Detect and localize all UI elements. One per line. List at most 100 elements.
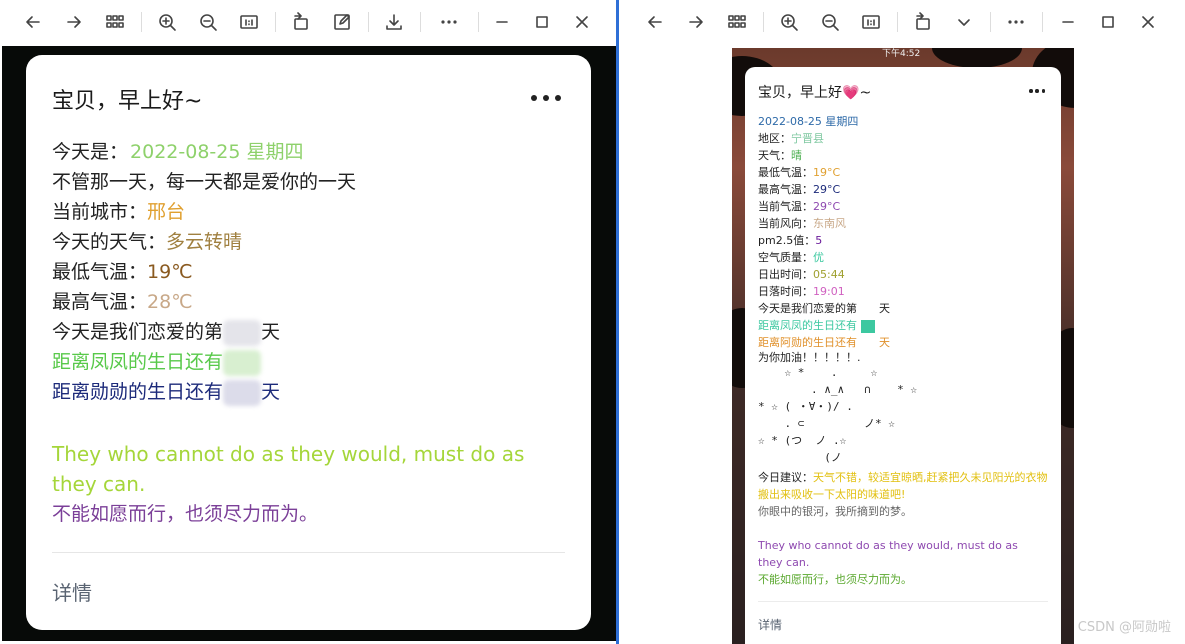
forward-arrow-icon[interactable] xyxy=(678,4,714,40)
greeting-text: 宝贝，早上好 xyxy=(758,85,842,101)
chevron-down-icon[interactable] xyxy=(946,4,982,40)
region-label: 地区： xyxy=(758,132,791,145)
grid-view-icon[interactable] xyxy=(97,4,133,40)
left-message-card: 宝贝，早上好~ 今天是： 2022-08-25 星期四 不管那一天，每一天都是爱你… xyxy=(26,55,591,630)
toolbar-divider xyxy=(275,12,276,32)
grid-view-icon[interactable] xyxy=(719,4,755,40)
toolbar-divider xyxy=(763,12,764,32)
low-temp-value: 19℃ xyxy=(147,261,193,283)
current-temp-label: 当前气温： xyxy=(758,200,813,213)
galaxy-line: 你眼中的银河，我所摘到的梦。 xyxy=(758,505,912,518)
dot-icon xyxy=(543,95,549,101)
minimize-icon[interactable] xyxy=(1050,4,1086,40)
love-days-line: 今天是我们恋爱的第 天 xyxy=(758,300,890,317)
pm25-label: pm2.5值： xyxy=(758,234,816,247)
birthday-2-suffix: 天 xyxy=(879,336,890,349)
zoom-out-icon[interactable] xyxy=(190,4,226,40)
date-value: 2022-08-25 星期四 xyxy=(130,141,304,163)
blurred-number xyxy=(223,349,262,376)
back-arrow-icon[interactable] xyxy=(15,4,51,40)
weather-line: 今天的天气：多云转晴 xyxy=(52,227,242,257)
birthday-1-line: 距离凤凤的生日还有 xyxy=(52,347,262,377)
love-days-line: 今天是我们恋爱的第 天 xyxy=(52,317,280,347)
city-value: 邢台 xyxy=(147,201,186,223)
right-message-card: 宝贝，早上好💗~ 2022-08-25 星期四 地区：宁晋县 天气：晴 最低气温… xyxy=(745,67,1061,644)
phone-status-time: 下午4:52 xyxy=(882,49,921,59)
rotate-icon[interactable] xyxy=(283,4,319,40)
close-icon[interactable] xyxy=(1130,4,1166,40)
greeting-title: 宝贝，早上好💗~ xyxy=(758,82,871,102)
high-temp-line: 最高气温：29°C xyxy=(758,181,840,198)
birthday-2-text: 距离阿勋的生日还有 xyxy=(758,336,857,349)
high-temp-label: 最高气温： xyxy=(758,183,813,196)
maximize-icon[interactable] xyxy=(524,4,560,40)
more-options-button[interactable] xyxy=(1029,89,1045,93)
quote-english: They who cannot do as they would, must d… xyxy=(758,539,1018,569)
wind-line: 当前风向：东南风 xyxy=(758,215,846,232)
csdn-watermark: CSDN @阿勋啦 xyxy=(1077,620,1171,635)
greeting-title: 宝贝，早上好~ xyxy=(52,89,203,114)
more-horizontal-icon[interactable] xyxy=(998,4,1034,40)
birthday-2-line: 距离勋勋的生日还有 天 xyxy=(52,377,280,407)
toolbar-divider xyxy=(420,12,421,32)
toolbar-divider xyxy=(897,12,898,32)
date-label: 今天是： xyxy=(52,141,129,163)
region-value: 宁晋县 xyxy=(791,132,824,145)
actual-size-icon[interactable] xyxy=(231,4,267,40)
rotate-icon[interactable] xyxy=(905,4,941,40)
love-days-suffix: 天 xyxy=(879,302,890,315)
weather-label: 今天的天气： xyxy=(52,231,167,253)
weather-label: 天气： xyxy=(758,149,791,162)
blurred-number xyxy=(223,319,262,346)
maximize-icon[interactable] xyxy=(1090,4,1126,40)
current-temp-value: 29°C xyxy=(813,200,841,213)
love-days-prefix: 今天是我们恋爱的第 xyxy=(52,321,224,343)
greeting-tail: ~ xyxy=(859,85,872,101)
more-horizontal-icon[interactable] xyxy=(431,4,467,40)
forward-arrow-icon[interactable] xyxy=(56,4,92,40)
region-line: 地区：宁晋县 xyxy=(758,130,824,147)
window-edge xyxy=(616,0,619,644)
birthday-1-text: 距离凤凤的生日还有 xyxy=(52,351,224,373)
divider xyxy=(52,552,565,553)
edit-icon[interactable] xyxy=(324,4,360,40)
low-temp-value: 19°C xyxy=(813,166,841,179)
blurred-number xyxy=(223,379,262,406)
weather-line: 天气：晴 xyxy=(758,147,802,164)
more-options-button[interactable] xyxy=(531,95,561,103)
low-temp-line: 最低气温：19℃ xyxy=(52,257,193,287)
low-temp-label: 最低气温： xyxy=(52,261,148,283)
right-toolbar xyxy=(622,0,1185,44)
current-temp-line: 当前气温：29°C xyxy=(758,198,840,215)
back-arrow-icon[interactable] xyxy=(637,4,673,40)
high-temp-value: 28℃ xyxy=(147,291,193,313)
detail-link[interactable]: 详情 xyxy=(52,577,92,606)
zoom-out-icon[interactable] xyxy=(812,4,848,40)
quote-english: They who cannot do as they would, must d… xyxy=(52,442,525,496)
hidden-number-block xyxy=(860,319,875,333)
sunset-value: 19:01 xyxy=(813,285,845,298)
sunrise-value: 05:44 xyxy=(813,268,845,281)
close-icon[interactable] xyxy=(564,4,600,40)
sunset-label: 日落时间： xyxy=(758,285,813,298)
air-quality-line: 空气质量：优 xyxy=(758,249,824,266)
air-quality-value: 优 xyxy=(813,251,824,264)
zoom-in-icon[interactable] xyxy=(149,4,185,40)
love-line: 不管那一天，每一天都是爱你的一天 xyxy=(52,171,357,193)
high-temp-line: 最高气温：28℃ xyxy=(52,287,193,317)
left-image-viewer-window: 宝贝，早上好~ 今天是： 2022-08-25 星期四 不管那一天，每一天都是爱你… xyxy=(0,0,620,644)
heart-icon: 💗 xyxy=(842,85,860,101)
toolbar-divider xyxy=(990,12,991,32)
toolbar-divider xyxy=(478,12,479,32)
download-icon[interactable] xyxy=(376,4,412,40)
minimize-icon[interactable] xyxy=(484,4,520,40)
dot-icon xyxy=(531,95,537,101)
divider xyxy=(758,601,1048,602)
toolbar-divider xyxy=(368,12,369,32)
birthday-1-line: 距离凤凤的生日还有 xyxy=(758,317,875,334)
weather-value: 多云转晴 xyxy=(166,231,243,253)
toolbar-divider xyxy=(141,12,142,32)
detail-link[interactable]: 详情 xyxy=(758,616,782,633)
actual-size-icon[interactable] xyxy=(853,4,889,40)
zoom-in-icon[interactable] xyxy=(771,4,807,40)
